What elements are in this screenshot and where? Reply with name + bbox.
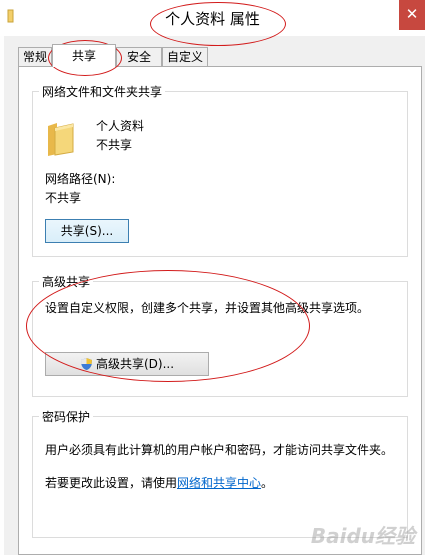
tab-sharing[interactable]: 共享 — [52, 44, 116, 67]
folder-large-icon — [48, 123, 74, 156]
advanced-share-button[interactable]: 高级共享(D)... — [45, 352, 209, 376]
folder-share-status: 不共享 — [96, 138, 133, 152]
share-button[interactable]: 共享(S)... — [45, 219, 129, 243]
group-title: 密码保护 — [39, 408, 94, 425]
tab-panel: 网络文件和文件夹共享 个人资料 不共享 网络路径(N): 不共享 共享(S)..… — [18, 66, 422, 555]
advanced-share-button-label: 高级共享(D)... — [95, 357, 175, 371]
password-protect-description: 用户必须具有此计算机的用户帐户和密码，才能访问共享文件夹。 — [45, 443, 394, 457]
network-sharing-center-link[interactable]: 网络和共享中心 — [177, 476, 261, 490]
group-title: 高级共享 — [39, 273, 94, 290]
advanced-share-group: 高级共享 设置自定义权限，创建多个共享，并设置其他高级共享选项。 高级共享(D)… — [32, 273, 408, 397]
network-path-label: 网络路径(N): — [45, 172, 116, 186]
window-title: 个人资料 属性 — [165, 10, 260, 28]
folder-name: 个人资料 — [96, 119, 145, 133]
uac-shield-icon — [80, 358, 92, 370]
title-bar: 个人资料 属性 ✕ — [0, 0, 425, 36]
advanced-share-description: 设置自定义权限，创建多个共享，并设置其他高级共享选项。 — [45, 301, 370, 315]
network-share-group: 网络文件和文件夹共享 个人资料 不共享 网络路径(N): 不共享 共享(S)..… — [32, 83, 408, 257]
network-path-value: 不共享 — [45, 191, 82, 205]
window-edge — [0, 36, 4, 555]
close-button[interactable]: ✕ — [399, 0, 425, 30]
tab-customize[interactable]: 自定义 — [162, 47, 208, 66]
watermark: Baidu经验 — [310, 524, 415, 548]
tab-security[interactable]: 安全 — [116, 47, 162, 66]
change-setting-text: 若要更改此设置，请使用网络和共享中心。 — [45, 474, 273, 491]
group-title: 网络文件和文件夹共享 — [39, 83, 166, 100]
change-setting-prefix: 若要更改此设置，请使用 — [45, 476, 178, 490]
tab-general[interactable]: 常规 — [18, 47, 52, 66]
change-setting-suffix: 。 — [261, 476, 274, 490]
